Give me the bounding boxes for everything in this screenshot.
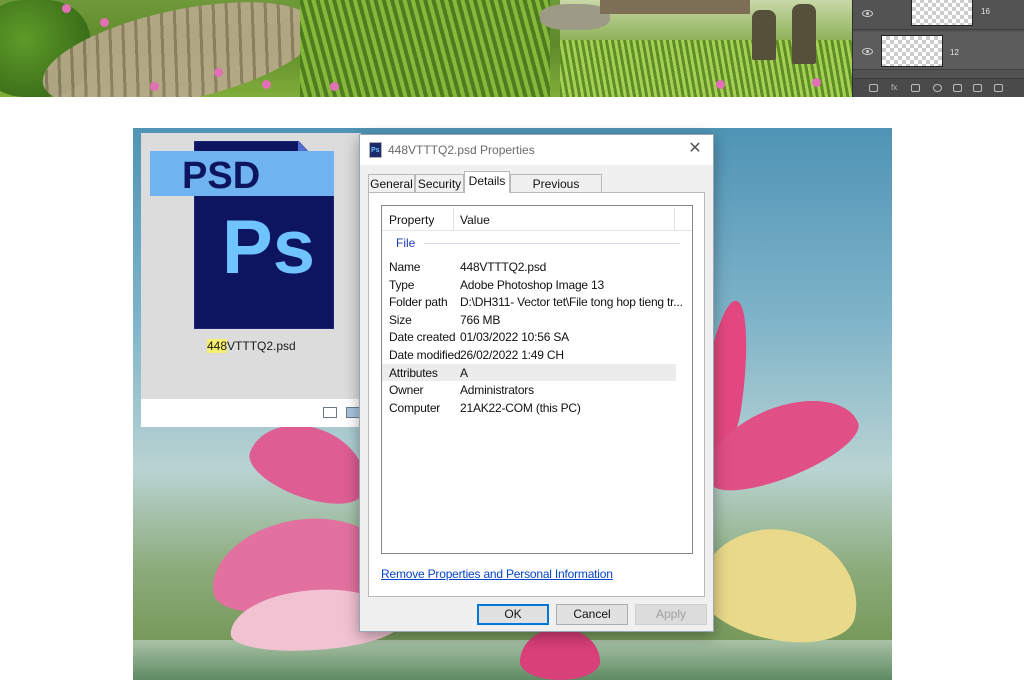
eye-icon[interactable] (862, 10, 873, 17)
tab-previous-versions[interactable]: Previous Versions (510, 174, 602, 209)
list-item-selected[interactable]: Attributes A (382, 363, 676, 382)
banner-flower (150, 82, 159, 91)
layer-name: 12 (950, 48, 959, 57)
layers-panel: 16 12 fx (852, 0, 1024, 97)
layer-thumbnail (881, 35, 943, 67)
banner-farmer (752, 10, 776, 60)
banner-flower (100, 18, 109, 27)
list-item[interactable]: Owner Administrators (382, 381, 676, 399)
apply-button[interactable]: Apply (635, 604, 707, 625)
explorer-status-bar (141, 399, 369, 427)
trash-icon[interactable] (994, 84, 1003, 92)
list-item[interactable]: Computer 21AK22-COM (this PC) (382, 399, 676, 417)
property-value: A (460, 365, 468, 380)
tab-security[interactable]: Security (415, 174, 464, 193)
details-view-icon[interactable] (323, 407, 337, 418)
layer-thumbnail (911, 0, 973, 26)
banner-bridge (600, 0, 750, 14)
banner-flower (62, 4, 71, 13)
fx-icon[interactable]: fx (891, 83, 900, 92)
list-item[interactable]: Folder path D:\DH311- Vector tet\File to… (382, 293, 683, 311)
layers-panel-footer: fx (853, 78, 1024, 97)
properties-dialog: 448VTTTQ2.psd Properties ✕ General Secur… (359, 134, 714, 632)
list-item[interactable]: Date modified 26/02/2022 1:49 CH (382, 346, 676, 364)
property-value: 766 MB (460, 312, 501, 327)
property-name: Type (389, 277, 415, 292)
property-value: D:\DH311- Vector tet\File tong hop tieng… (460, 295, 683, 310)
ok-button[interactable]: OK (477, 604, 549, 625)
property-value: 26/02/2022 1:49 CH (460, 348, 564, 362)
group-divider (424, 243, 680, 244)
property-name: Date created (389, 330, 456, 345)
property-name: Name (389, 260, 421, 274)
details-panel: Property Value File Name 448VTTTQ2.psd T… (368, 192, 705, 597)
eye-icon[interactable] (862, 48, 873, 55)
column-header-value[interactable]: Value (460, 213, 490, 227)
folder-icon[interactable] (953, 84, 962, 92)
group-header-file: File (396, 236, 416, 250)
listview-header: Property Value (382, 206, 692, 231)
cancel-button[interactable]: Cancel (556, 604, 628, 625)
list-item[interactable]: Size 766 MB (382, 311, 676, 329)
property-name: Folder path (389, 295, 448, 310)
column-header-property[interactable]: Property (389, 213, 434, 227)
property-name: Computer (389, 400, 441, 415)
dialog-titlebar[interactable]: 448VTTTQ2.psd Properties ✕ (360, 135, 713, 165)
property-name: Owner (389, 383, 424, 398)
property-value: Adobe Photoshop Image 13 (460, 277, 604, 292)
layer-row[interactable]: 16 (853, 0, 1024, 30)
property-value: 01/03/2022 10:56 SA (460, 330, 569, 345)
tab-general[interactable]: General (368, 174, 415, 193)
file-name-label[interactable]: 448VTTTQ2.psd (207, 339, 296, 353)
psd-label: PSD (182, 155, 260, 196)
remove-properties-link[interactable]: Remove Properties and Personal Informati… (381, 567, 613, 581)
dialog-title: 448VTTTQ2.psd Properties (388, 143, 535, 157)
column-separator[interactable] (674, 208, 675, 230)
property-name: Attributes (389, 365, 438, 380)
layer-row[interactable]: 12 (853, 32, 1024, 70)
psd-label-text: PSD (182, 155, 260, 196)
property-value: Administrators (460, 383, 534, 398)
property-name: Date modified (389, 348, 461, 362)
banner-flower (214, 68, 223, 77)
ps-glyph: Ps (222, 205, 315, 290)
banner-farmer (792, 4, 816, 64)
property-value: 21AK22-COM (this PC) (460, 400, 581, 415)
details-listview[interactable]: Property Value File Name 448VTTTQ2.psd T… (381, 205, 693, 554)
banner-flower (716, 80, 725, 89)
adjustment-icon[interactable] (933, 84, 942, 92)
large-icons-view-icon[interactable] (346, 407, 360, 418)
link-icon[interactable] (869, 84, 878, 92)
property-name: Size (389, 312, 412, 327)
mask-icon[interactable] (911, 84, 920, 92)
layer-name: 16 (981, 7, 990, 16)
list-item[interactable]: Name 448VTTTQ2.psd (382, 258, 676, 276)
list-item[interactable]: Type Adobe Photoshop Image 13 (382, 276, 676, 294)
banner-flower (330, 82, 339, 91)
banner-flower (262, 80, 271, 89)
psd-file-icon (369, 142, 382, 158)
banner-flower (812, 78, 821, 87)
file-name-rest: VTTTQ2.psd (227, 339, 296, 353)
list-item[interactable]: Date created 01/03/2022 10:56 SA (382, 328, 676, 346)
close-button[interactable]: ✕ (685, 140, 705, 160)
file-name-highlight: 448 (207, 339, 228, 353)
tab-details[interactable]: Details (464, 171, 510, 193)
new-layer-icon[interactable] (973, 84, 982, 92)
property-value: 448VTTTQ2.psd (460, 260, 547, 274)
column-separator[interactable] (453, 208, 454, 230)
